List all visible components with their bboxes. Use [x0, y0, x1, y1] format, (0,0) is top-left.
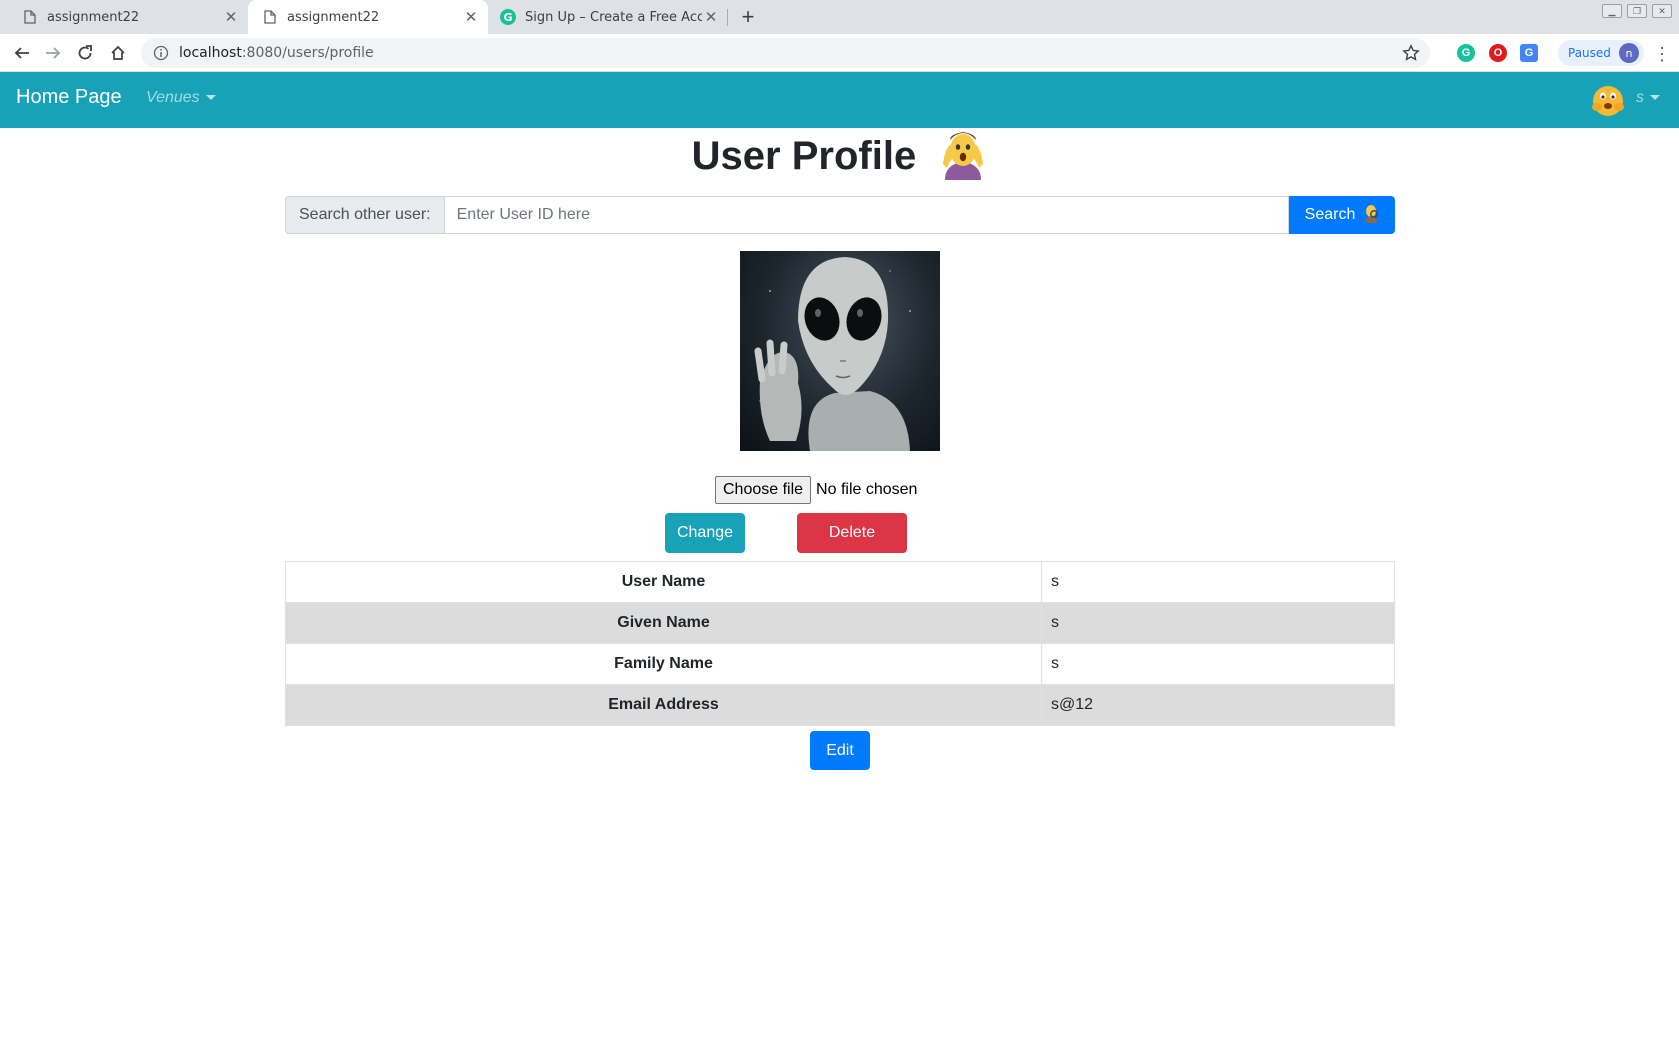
field-label: Given Name [285, 602, 1042, 644]
file-status: No file chosen [816, 481, 918, 498]
browser-tab-active[interactable]: assignment22 ✕ [248, 0, 488, 34]
grammarly-icon: G [500, 9, 516, 25]
search-button-label: Search [1304, 206, 1356, 223]
url-host: localhost [179, 45, 242, 61]
scream-emoji-icon [939, 128, 987, 181]
field-value: s [1041, 643, 1395, 685]
table-row: Given Name s [285, 602, 1395, 644]
user-search-group: Search other user: Search [285, 196, 1395, 234]
field-value: s@12 [1041, 684, 1395, 726]
document-icon [262, 9, 278, 25]
search-input[interactable] [443, 196, 1289, 234]
reload-button[interactable] [73, 41, 97, 65]
address-bar[interactable]: localhost:8080/users/profile [141, 38, 1430, 68]
bookmark-star-icon[interactable] [1402, 44, 1420, 66]
field-label: Email Address [285, 684, 1042, 726]
table-row: User Name s [285, 561, 1395, 603]
change-photo-button[interactable]: Change [665, 513, 745, 553]
close-icon[interactable]: ✕ [702, 8, 720, 26]
page-title: User Profile [0, 128, 1679, 184]
profile-status: Paused [1568, 46, 1611, 60]
home-page-link[interactable]: Home Page [16, 86, 122, 109]
back-button[interactable] [10, 41, 34, 65]
search-button[interactable]: Search [1289, 196, 1395, 234]
grammarly-icon[interactable]: G [1457, 44, 1475, 62]
info-icon[interactable] [153, 45, 169, 61]
tab-separator [727, 9, 728, 26]
tab-title: assignment22 [47, 9, 140, 25]
profile-photo [740, 251, 940, 451]
chevron-down-icon [1650, 95, 1660, 101]
google-translate-icon[interactable]: G [1520, 44, 1538, 62]
browser-tabstrip: assignment22 ✕ assignment22 ✕ G Sign Up … [0, 0, 1679, 34]
profile-table: User Name s Given Name s Family Name s E… [285, 561, 1395, 726]
restore-button[interactable]: ❐ [1627, 4, 1647, 18]
search-label: Search other user: [285, 196, 444, 234]
url-path: :8080/users/profile [241, 45, 374, 61]
home-button[interactable] [106, 41, 130, 65]
browser-tab[interactable]: assignment22 ✕ [8, 0, 248, 34]
app-navbar: Home Page Venues s [0, 72, 1679, 128]
table-row: Email Address s@12 [285, 684, 1395, 726]
profile-button[interactable]: Paused n [1558, 40, 1644, 66]
table-row: Family Name s [285, 643, 1395, 685]
more-menu-icon[interactable]: ⋮ [1652, 43, 1672, 65]
opera-vpn-icon[interactable]: O [1489, 44, 1507, 62]
minimize-button[interactable]: ▁ [1602, 4, 1622, 18]
close-window-button[interactable]: ✕ [1652, 4, 1672, 18]
browser-tab[interactable]: G Sign Up – Create a Free Accoun ✕ [488, 0, 728, 34]
close-icon[interactable]: ✕ [222, 8, 240, 26]
document-icon [22, 9, 38, 25]
avatar: n [1619, 43, 1639, 63]
chevron-down-icon [205, 95, 216, 101]
detective-icon [1363, 203, 1379, 228]
field-value: s [1041, 561, 1395, 603]
delete-photo-button[interactable]: Delete [797, 513, 907, 553]
choose-file-button[interactable]: Choose file [715, 476, 812, 504]
forward-button[interactable] [41, 41, 65, 65]
venues-dropdown[interactable]: Venues [146, 89, 216, 107]
svg-text:G: G [503, 11, 512, 24]
user-menu-dropdown[interactable]: s [1636, 89, 1660, 107]
tab-title: assignment22 [287, 9, 380, 25]
page-title-text: User Profile [691, 134, 917, 178]
field-label: User Name [285, 561, 1042, 603]
new-tab-button[interactable]: + [736, 4, 760, 29]
edit-profile-button[interactable]: Edit [810, 731, 870, 770]
venues-label: Venues [146, 89, 200, 106]
tab-title: Sign Up – Create a Free Accoun [525, 9, 702, 25]
user-menu-label: s [1636, 89, 1644, 106]
close-icon[interactable]: ✕ [462, 8, 480, 26]
browser-toolbar: localhost:8080/users/profile G O G Pause… [0, 34, 1679, 72]
field-value: s [1041, 602, 1395, 644]
field-label: Family Name [285, 643, 1042, 685]
file-upload-row: Choose file No file chosen [715, 476, 917, 504]
user-avatar-emoji-icon[interactable] [1590, 82, 1626, 118]
